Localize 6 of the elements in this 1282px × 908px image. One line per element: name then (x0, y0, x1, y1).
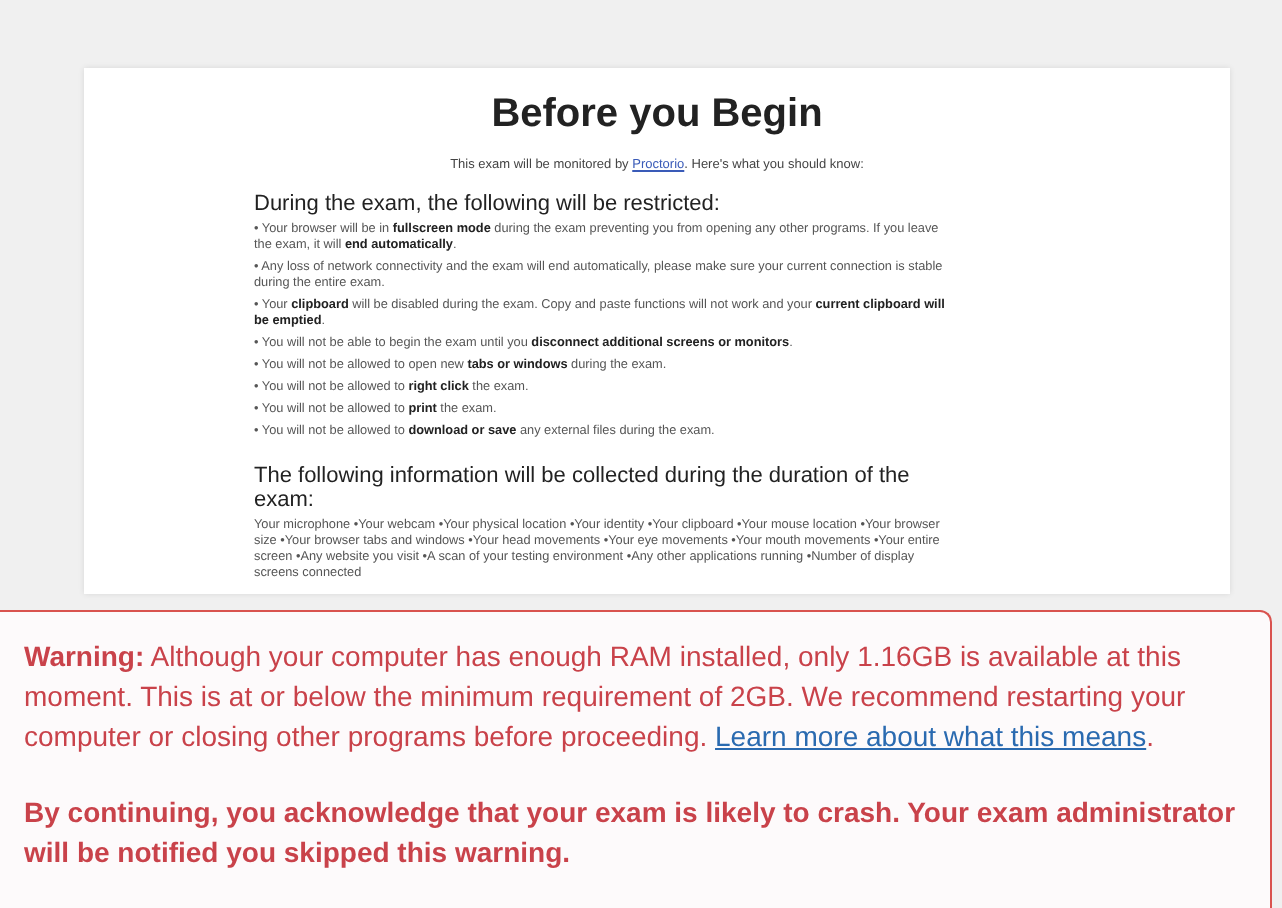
warning-text: Warning: Although your computer has enough RAM installed, only 1.16GB is available at this moment. This is at or below the minimum requirement of 2GB. We recommend restarting your computer or closing other programs before proceeding. Learn more about what this means. (24, 638, 1188, 756)
section-heading: The following information will be collected during the duration of the exam: (254, 464, 912, 512)
page-title: Before you Begin (489, 92, 825, 138)
learn-more-link[interactable]: Learn more about what this means (715, 720, 1147, 752)
warning-notice: By continuing, you acknowledge that your exam is likely to crash. Your exam administrator will be notified you skipped this warning. (24, 794, 1238, 872)
section-heading: During the exam, the following will be restricted: (254, 192, 722, 216)
